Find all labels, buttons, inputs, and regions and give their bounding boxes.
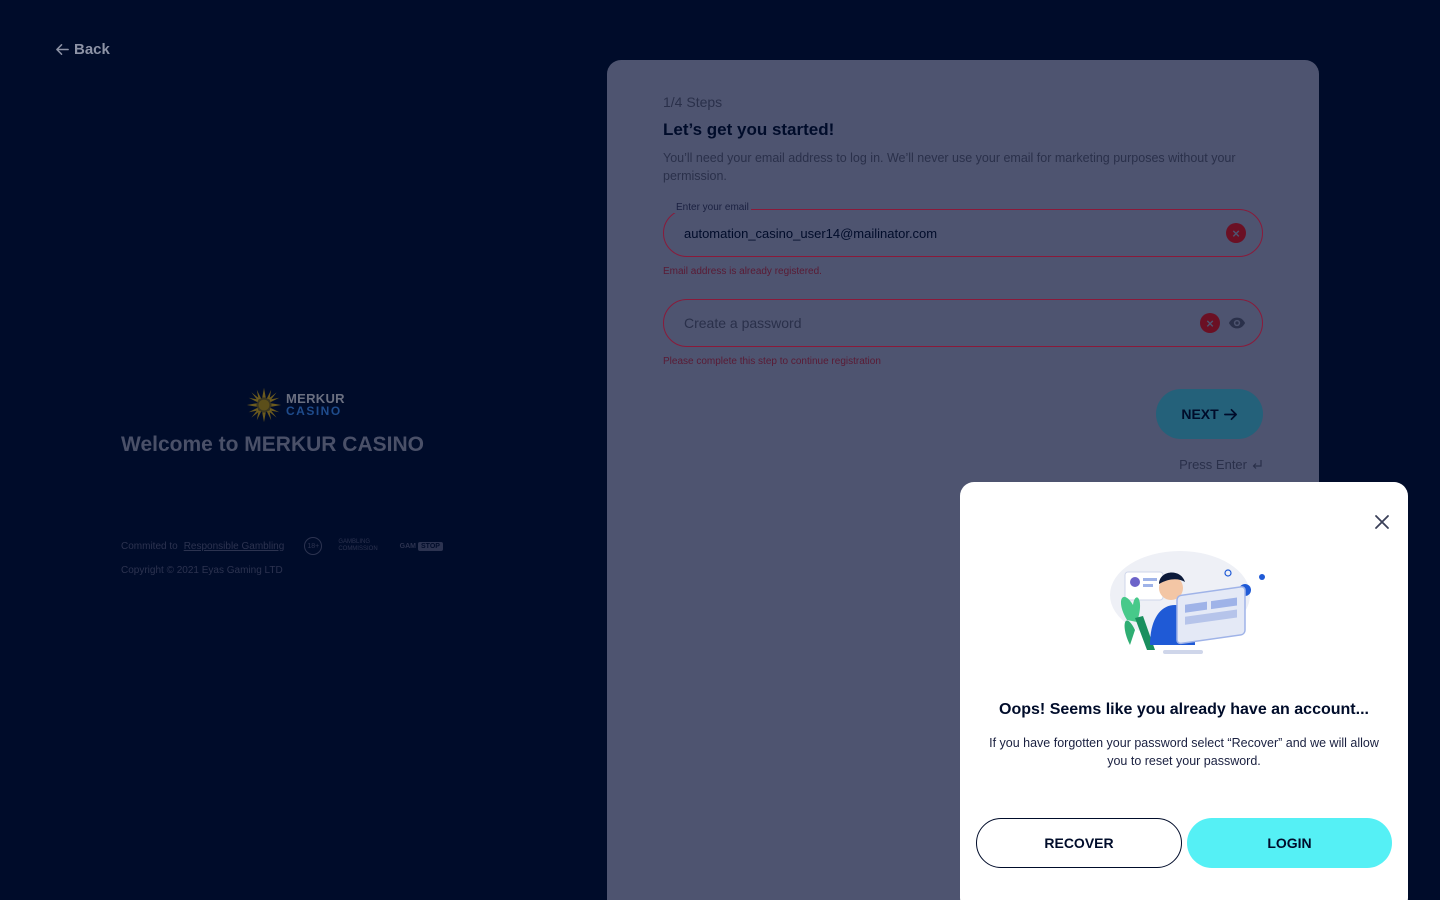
password-error: Please complete this step to continue re… [663,356,881,367]
email-input[interactable]: automation_casino_user14@mailinator.com [684,226,1226,241]
footer: Commited to Responsible Gambling 18+ GAM… [121,537,443,576]
next-button[interactable]: NEXT [1156,389,1263,439]
login-button[interactable]: LOGIN [1187,818,1392,868]
account-exists-modal: Oops! Seems like you already have an acc… [960,482,1408,900]
arrow-right-icon [1223,408,1237,420]
back-link[interactable]: Back [55,41,110,58]
form-intro: You’ll need your email address to log in… [663,151,1236,183]
step-indicator: 1/4 Steps [663,94,723,110]
enter-key-icon [1252,459,1262,469]
form-heading: Let’s get you started! [663,120,835,139]
arrow-left-icon [56,44,69,55]
sun-logo-icon [246,387,282,423]
password-field[interactable]: Create a password × [663,299,1263,347]
age-18-icon: 18+ [304,537,323,555]
email-error: Email address is already registered. [663,266,822,277]
responsible-gambling-link[interactable]: Responsible Gambling [184,541,285,552]
modal-title: Oops! Seems like you already have an acc… [999,701,1369,718]
close-icon [1375,515,1389,529]
press-enter-text: Press Enter [1179,457,1247,472]
modal-body: If you have forgotten your password sele… [989,736,1379,768]
back-label: Back [74,41,110,58]
welcome-heading: Welcome to MERKUR CASINO [121,433,424,456]
press-enter-hint: Press Enter [1179,457,1263,472]
recover-button[interactable]: RECOVER [976,818,1182,868]
clear-password-icon[interactable]: × [1200,313,1220,333]
email-field[interactable]: Enter your email automation_casino_user1… [663,202,1263,257]
close-modal-button[interactable] [1374,514,1390,530]
password-input[interactable]: Create a password [684,315,1200,331]
email-label: Enter your email [674,202,751,213]
merkur-logo: MERKUR CASINO [246,387,345,423]
gamstop-logo: GAM STOP [398,541,443,551]
copyright-text: Copyright © 2021 Eyas Gaming LTD [121,565,283,576]
user-computer-illustration [1110,551,1265,654]
next-label: NEXT [1181,406,1219,422]
eye-icon[interactable] [1228,314,1246,332]
committed-text: Commited to [121,540,178,552]
gambling-commission-logo: GAMBLING COMMISSION [338,539,378,552]
clear-email-icon[interactable]: × [1226,223,1246,243]
logo-casino-text: CASINO [286,404,342,418]
